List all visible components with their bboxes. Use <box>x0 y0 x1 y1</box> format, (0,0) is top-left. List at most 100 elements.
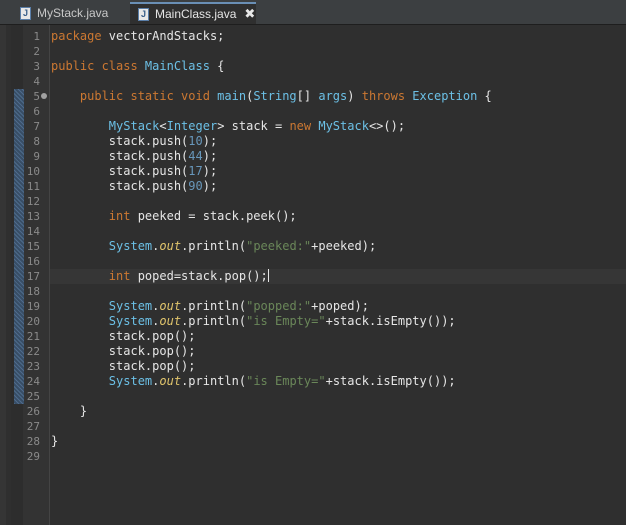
code-token: = <box>267 119 290 133</box>
code-token: System <box>108 299 153 313</box>
code-line[interactable]: public class MainClass { <box>51 59 224 74</box>
line-number: 2 <box>33 45 40 58</box>
close-tab-icon[interactable]: ✖ <box>244 7 255 22</box>
line-number: 6 <box>33 105 40 118</box>
code-token: out <box>159 374 182 388</box>
code-token: new <box>289 119 319 133</box>
line-number: 4 <box>33 75 40 88</box>
tab-label: MainClass.java <box>155 7 237 21</box>
code-token: stack.push( <box>51 149 189 163</box>
code-line[interactable]: stack.pop(); <box>51 344 196 359</box>
code-token: } <box>51 404 88 418</box>
code-token: stack.push( <box>51 134 189 148</box>
code-line[interactable]: } <box>51 404 87 419</box>
code-token: int <box>108 209 138 223</box>
code-line[interactable]: stack.pop(); <box>51 329 196 344</box>
code-token: Integer <box>166 119 218 133</box>
code-token: +poped); <box>311 299 369 313</box>
tab-label: MyStack.java <box>37 6 109 20</box>
code-line[interactable]: int peeked = stack.peek(); <box>51 209 297 224</box>
code-line[interactable]: stack.push(10); <box>51 134 217 149</box>
line-number: 18 <box>26 285 40 298</box>
code-token: +stack.isEmpty()); <box>325 314 456 328</box>
code-token: "is Empty=" <box>246 374 326 388</box>
line-number: 14 <box>26 225 40 238</box>
line-number: 15 <box>26 240 40 253</box>
line-number: 7 <box>33 120 40 133</box>
code-token: [] <box>296 89 319 103</box>
code-line[interactable]: System.out.println("is Empty="+stack.isE… <box>51 374 456 389</box>
code-line[interactable]: stack.pop(); <box>51 359 196 374</box>
line-number: 19 <box>26 300 40 313</box>
line-number: 27 <box>26 420 40 433</box>
tab-mainclass-java[interactable]: J MainClass.java ✖ <box>130 2 256 24</box>
code-token: .println( <box>181 299 247 313</box>
code-token: throws <box>361 89 413 103</box>
code-line[interactable]: System.out.println("is Empty="+stack.isE… <box>51 314 456 329</box>
code-line[interactable]: System.out.println("popped:"+poped); <box>51 299 369 314</box>
tab-mystack-java[interactable]: J MyStack.java <box>12 2 128 24</box>
code-token: ); <box>202 179 218 193</box>
code-token: stack.push( <box>51 164 189 178</box>
line-number: 1 <box>33 30 40 43</box>
line-number: 12 <box>26 195 40 208</box>
code-token: System <box>108 314 153 328</box>
code-token: { <box>477 89 492 103</box>
line-number: 17 <box>26 270 40 283</box>
code-token: stack.pop(); <box>51 344 196 358</box>
code-line[interactable]: package vectorAndStacks; <box>51 29 224 44</box>
code-token: Exception <box>412 89 478 103</box>
code-token: stack.pop(); <box>51 359 196 373</box>
line-number: 21 <box>26 330 40 343</box>
code-token: poped=stack.pop(); <box>137 269 268 283</box>
line-number: 10 <box>26 165 40 178</box>
code-token: 90 <box>188 179 203 193</box>
code-token: out <box>159 239 182 253</box>
code-token: String <box>253 89 297 103</box>
code-token: } <box>51 434 59 448</box>
code-token: ); <box>202 164 218 178</box>
line-number: 13 <box>26 210 40 223</box>
line-number: 3 <box>33 60 40 73</box>
code-token: +stack.isEmpty()); <box>325 374 456 388</box>
code-token: int <box>108 269 138 283</box>
code-token: stack <box>231 119 268 133</box>
fold-marker-icon[interactable] <box>41 93 47 99</box>
code-token: 17 <box>188 164 203 178</box>
code-line[interactable]: stack.push(90); <box>51 179 217 194</box>
code-token: MyStack <box>108 119 160 133</box>
code-line[interactable]: } <box>51 434 58 449</box>
code-token: stack.pop(); <box>51 329 196 343</box>
code-token: MyStack <box>318 119 369 133</box>
code-line[interactable]: stack.push(44); <box>51 149 217 164</box>
code-token: main <box>217 89 247 103</box>
code-line[interactable]: public static void main(String[] args) t… <box>51 89 492 104</box>
code-token: public class <box>51 59 145 73</box>
code-line[interactable]: stack.push(17); <box>51 164 217 179</box>
code-token: out <box>159 314 182 328</box>
code-token: ); <box>202 149 218 163</box>
code-line[interactable]: int poped=stack.pop(); <box>51 269 269 284</box>
line-number: 23 <box>26 360 40 373</box>
line-number: 11 <box>26 180 40 193</box>
code-token: peeked = stack.peek(); <box>137 209 297 223</box>
code-token: "is Empty=" <box>246 314 326 328</box>
code-token: ) <box>347 89 362 103</box>
code-line[interactable]: System.out.println("peeked:"+peeked); <box>51 239 376 254</box>
code-token: vectorAndStacks; <box>108 29 225 43</box>
line-number: 8 <box>33 135 40 148</box>
line-number: 16 <box>26 255 40 268</box>
code-token: .println( <box>181 314 247 328</box>
code-token: 44 <box>188 149 203 163</box>
code-line[interactable]: MyStack<Integer> stack = new MyStack<>()… <box>51 119 405 134</box>
java-file-icon: J <box>20 6 31 20</box>
code-token: "popped:" <box>246 299 312 313</box>
code-token: .println( <box>181 239 247 253</box>
line-number: 29 <box>26 450 40 463</box>
line-number: 25 <box>26 390 40 403</box>
code-token: package <box>51 29 109 43</box>
